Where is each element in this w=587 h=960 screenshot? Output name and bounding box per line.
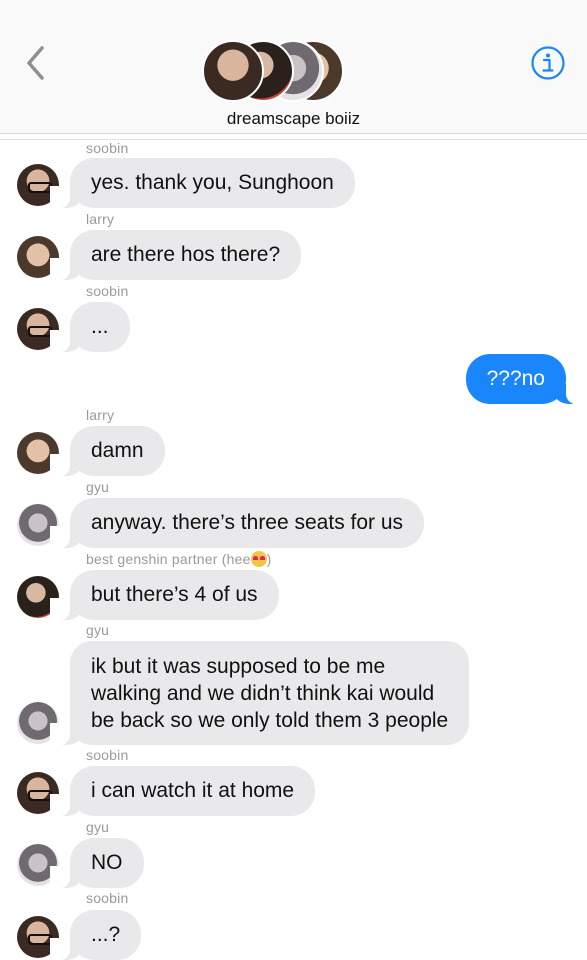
sender-label: gyu (86, 622, 110, 638)
message-text: yes. thank you, Sunghoon (91, 171, 334, 194)
message-text: but there’s 4 of us (91, 583, 258, 606)
sender-label: soobin (86, 283, 129, 299)
message-bubble[interactable]: yes. thank you, Sunghoon (50, 158, 355, 208)
message-text: damn (91, 439, 144, 462)
sender-label: soobin (86, 890, 129, 906)
message-text: anyway. there’s three seats for us (91, 511, 404, 534)
conversation-header: dreamscape boiiz (0, 0, 587, 134)
message-text-line: walking and we didn’t think kai would (91, 682, 435, 705)
message-bubble[interactable]: ... (50, 302, 130, 352)
sender-label: gyu (86, 819, 110, 835)
sender-label: gyu (86, 479, 110, 495)
message-text: are there hos there? (91, 243, 281, 266)
info-circle-icon[interactable] (530, 45, 566, 81)
sender-label: soobin (86, 747, 129, 763)
message-text: NO (91, 851, 123, 874)
sender-label: best genshin partner (hee) (86, 551, 271, 567)
message-text: i can watch it at home (91, 779, 295, 802)
sender-name-suffix: ) (266, 551, 272, 567)
message-bubble[interactable]: but there’s 4 of us (50, 570, 279, 620)
group-name[interactable]: dreamscape boiiz (0, 109, 587, 129)
message-text-line: be back so we only told them 3 people (91, 709, 449, 732)
message-text: ... (91, 315, 109, 338)
message-text: ???no (486, 367, 545, 390)
sender-label: larry (86, 211, 115, 227)
group-avatar-stack[interactable] (202, 40, 344, 102)
message-bubble[interactable]: damn (50, 426, 165, 476)
message-bubble[interactable]: i can watch it at home (49, 766, 316, 816)
message-text-line: ik but it was supposed to be me (91, 655, 386, 678)
sender-label: larry (86, 407, 115, 423)
message-text: ...? (91, 923, 121, 946)
group-avatar-1 (202, 40, 264, 102)
outgoing-message-bubble[interactable]: ???no (465, 354, 587, 404)
sender-label: soobin (86, 140, 129, 156)
message-bubble[interactable]: anyway. there’s three seats for us (49, 498, 425, 548)
message-bubble[interactable]: ...? (49, 910, 142, 960)
message-bubble[interactable]: are there hos there? (49, 230, 302, 280)
sender-name: best genshin partner (hee (86, 551, 251, 567)
message-bubble[interactable]: NO (50, 838, 144, 888)
chevron-left-icon[interactable] (22, 42, 52, 84)
heart-eyes-emoji-icon (250, 551, 267, 567)
message-bubble[interactable]: ik but it was supposed to be me walking … (49, 641, 470, 745)
